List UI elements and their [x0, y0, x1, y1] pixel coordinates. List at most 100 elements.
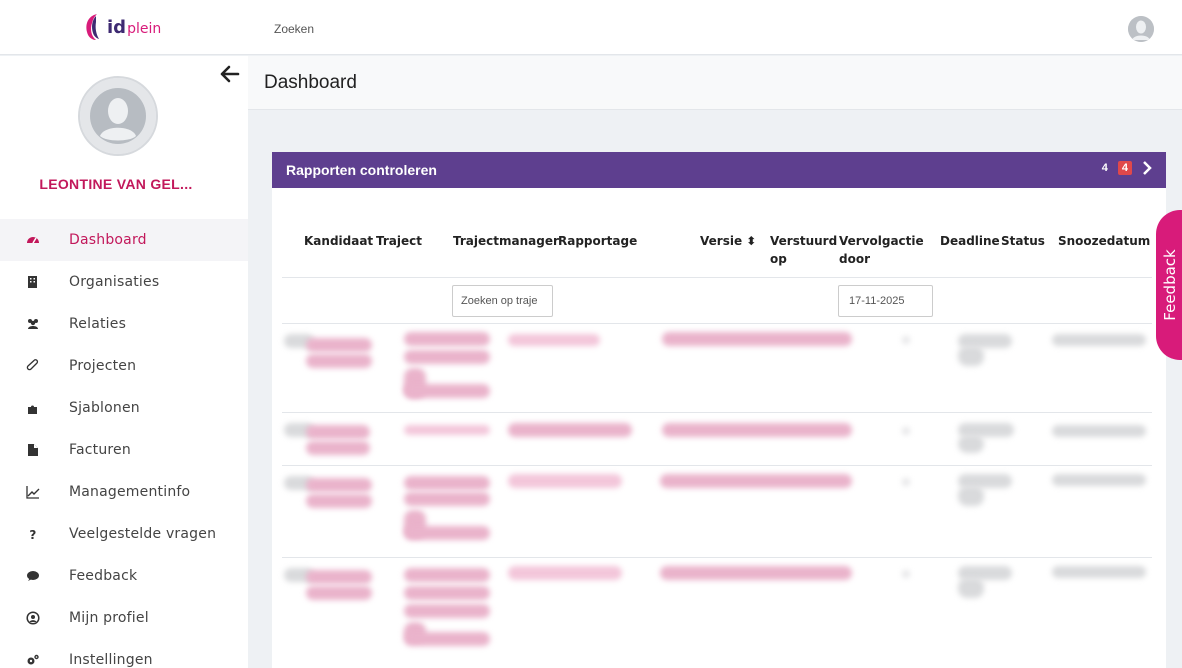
user-avatar-button[interactable]	[1128, 16, 1154, 42]
column-header-kandidaat[interactable]: Kandidaat	[304, 232, 373, 250]
chevron-right-icon[interactable]	[1142, 161, 1152, 175]
idplein-logo[interactable]: id plein	[84, 10, 161, 44]
sidebar-item-veelgestelde-vragen[interactable]: ? Veelgestelde vragen	[0, 513, 248, 555]
column-header-deadline[interactable]: Deadline	[940, 232, 1000, 250]
sidebar-item-label: Managementinfo	[69, 484, 191, 500]
user-silhouette-icon	[1128, 16, 1154, 42]
card-header: Rapporten controleren 4 4	[272, 152, 1166, 188]
redacted-cell	[306, 570, 372, 584]
page-title: Dashboard	[264, 72, 357, 93]
sidebar-item-relaties[interactable]: Relaties	[0, 303, 248, 345]
logo-id-text: id	[107, 16, 127, 38]
sidebar-item-organisaties[interactable]: Organisaties	[0, 261, 248, 303]
paperclip-icon	[26, 359, 40, 373]
puzzle-icon	[26, 401, 40, 415]
date-filter-input[interactable]	[838, 285, 933, 317]
redacted-cell	[306, 586, 372, 600]
redacted-cell	[902, 478, 910, 486]
redacted-cell	[404, 350, 490, 364]
profile-silhouette-icon	[80, 78, 156, 154]
users-icon	[26, 317, 40, 331]
redacted-cell	[508, 423, 632, 437]
sidebar-item-facturen[interactable]: Facturen	[0, 429, 248, 471]
redacted-cell	[306, 494, 372, 508]
sidebar-item-feedback[interactable]: Feedback	[0, 555, 248, 597]
redacted-cell	[404, 526, 490, 540]
question-icon: ?	[26, 527, 40, 541]
sidebar-item-instellingen[interactable]: Instellingen	[0, 639, 248, 668]
card-title: Rapporten controleren	[286, 162, 437, 178]
column-header-trajectmanager[interactable]: Trajectmanager	[453, 232, 559, 250]
sidebar-item-mijn-profiel[interactable]: Mijn profiel	[0, 597, 248, 639]
redacted-cell	[1052, 474, 1146, 486]
table-row[interactable]	[282, 413, 1152, 466]
column-header-verstuurd-op[interactable]: Verstuurd op	[770, 232, 837, 268]
sidebar-item-label: Mijn profiel	[69, 610, 149, 626]
redacted-cell	[404, 384, 490, 398]
redacted-cell	[508, 566, 622, 580]
redacted-cell	[902, 336, 910, 344]
table-row[interactable]	[282, 324, 1152, 413]
search-link[interactable]: Zoeken	[274, 22, 314, 36]
profile-name: LEONTINE VAN GEL...	[39, 176, 193, 192]
sidebar-item-label: Organisaties	[69, 274, 160, 290]
collapse-sidebar-arrow-icon[interactable]	[220, 64, 240, 84]
sidebar-item-dashboard[interactable]: Dashboard	[0, 219, 248, 261]
redacted-cell	[404, 568, 490, 582]
column-header-snoozedatum[interactable]: Snoozedatum	[1058, 232, 1150, 250]
table-row[interactable]	[282, 558, 1152, 668]
redacted-cell	[404, 332, 490, 346]
redacted-cell	[404, 425, 490, 435]
count-badge: 4	[1117, 161, 1132, 175]
logo-plein-text: plein	[127, 20, 162, 37]
redacted-cell	[306, 441, 370, 455]
sidebar-item-label: Feedback	[69, 568, 138, 584]
reports-card: Rapporten controleren 4 4 Kandidaat Traj…	[272, 152, 1166, 668]
redacted-cell	[508, 334, 600, 346]
redacted-cell	[902, 427, 910, 435]
sidebar-item-sjablonen[interactable]: Sjablonen	[0, 387, 248, 429]
column-header-status[interactable]: Status	[1001, 232, 1045, 250]
redacted-cell	[508, 474, 622, 488]
column-header-rapportage[interactable]: Rapportage	[558, 232, 637, 250]
sidebar-item-label: Projecten	[69, 358, 137, 374]
redacted-cell	[404, 604, 490, 618]
redacted-cell	[1052, 425, 1146, 437]
redacted-cell	[404, 476, 490, 490]
redacted-cell	[306, 425, 370, 439]
pager: 4 4	[1102, 161, 1152, 175]
redacted-cell	[1052, 334, 1146, 346]
redacted-cell	[306, 338, 372, 352]
feedback-tab-label: Feedback	[1161, 249, 1179, 321]
redacted-cell	[958, 435, 984, 453]
sidebar-item-projecten[interactable]: Projecten	[0, 345, 248, 387]
svg-text:?: ?	[29, 528, 36, 541]
column-header-versie[interactable]: Versie ⬍	[700, 232, 756, 250]
redacted-cell	[306, 354, 372, 368]
redacted-cell	[902, 570, 910, 578]
sidebar-item-managementinfo[interactable]: Managementinfo	[0, 471, 248, 513]
redacted-cell	[660, 566, 852, 580]
sidebar-item-label: Sjablonen	[69, 400, 140, 416]
column-header-vervolgactie-door[interactable]: Vervolgactie door	[839, 232, 924, 268]
redacted-cell	[404, 492, 490, 506]
redacted-cell	[958, 578, 984, 598]
sidebar-item-label: Facturen	[69, 442, 131, 458]
table-row[interactable]	[282, 466, 1152, 558]
logo-mark-icon	[84, 12, 104, 42]
sidebar-item-label: Relaties	[69, 316, 127, 332]
column-header-traject[interactable]: Traject	[376, 232, 422, 250]
redacted-cell	[958, 486, 984, 506]
profile-avatar[interactable]	[78, 76, 158, 156]
comment-icon	[26, 569, 40, 583]
line-chart-icon	[26, 485, 40, 499]
redacted-cell	[662, 423, 852, 437]
redacted-cell	[1052, 566, 1146, 578]
building-icon	[26, 275, 40, 289]
tachometer-icon	[26, 233, 40, 247]
user-circle-icon	[26, 611, 40, 625]
redacted-cell	[660, 474, 852, 488]
sidebar: LEONTINE VAN GEL... Dashboard Organisati…	[0, 56, 248, 668]
cogs-icon	[26, 653, 40, 667]
traject-search-input[interactable]	[452, 285, 553, 317]
